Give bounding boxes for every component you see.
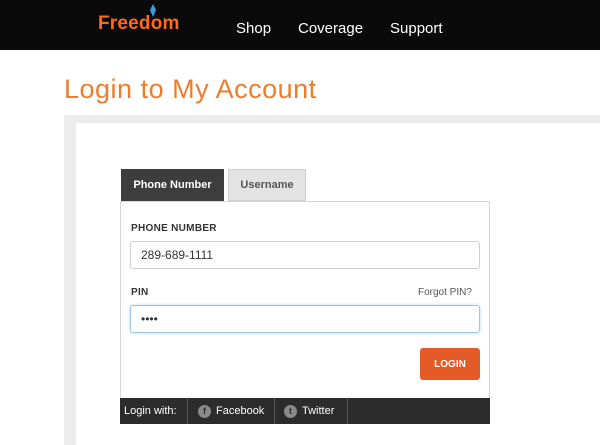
twitter-label: Twitter (302, 405, 335, 417)
top-navigation-bar: Freedom Shop Coverage Support (0, 0, 600, 50)
nav-shop[interactable]: Shop (236, 20, 271, 37)
twitter-login-button[interactable]: t Twitter (284, 398, 334, 424)
tab-username[interactable]: Username (228, 169, 306, 201)
login-button[interactable]: LOGIN (420, 348, 480, 380)
login-with-label: Login with: (124, 405, 177, 417)
divider (187, 398, 188, 424)
divider (347, 398, 348, 424)
divider (274, 398, 275, 424)
twitter-icon: t (284, 404, 297, 418)
phone-number-label: PHONE NUMBER (131, 223, 217, 234)
forgot-pin-link[interactable]: Forgot PIN? (418, 287, 472, 298)
logo-bird-icon (150, 4, 156, 17)
freedom-logo[interactable]: Freedom (98, 13, 180, 35)
page-title: Login to My Account (64, 74, 317, 104)
tab-phone-number-label: Phone Number (133, 179, 212, 191)
facebook-login-button[interactable]: f Facebook (198, 398, 264, 424)
tab-username-label: Username (240, 179, 294, 191)
social-login-bar: Login with: f Facebook t Twitter (120, 398, 490, 424)
pin-input[interactable] (130, 305, 480, 333)
phone-number-input[interactable] (130, 241, 480, 269)
nav-support[interactable]: Support (390, 20, 443, 37)
facebook-icon: f (198, 404, 211, 418)
nav-coverage[interactable]: Coverage (298, 20, 363, 37)
facebook-label: Facebook (216, 405, 265, 417)
pin-label: PIN (131, 287, 149, 298)
tab-phone-number[interactable]: Phone Number (121, 169, 224, 207)
